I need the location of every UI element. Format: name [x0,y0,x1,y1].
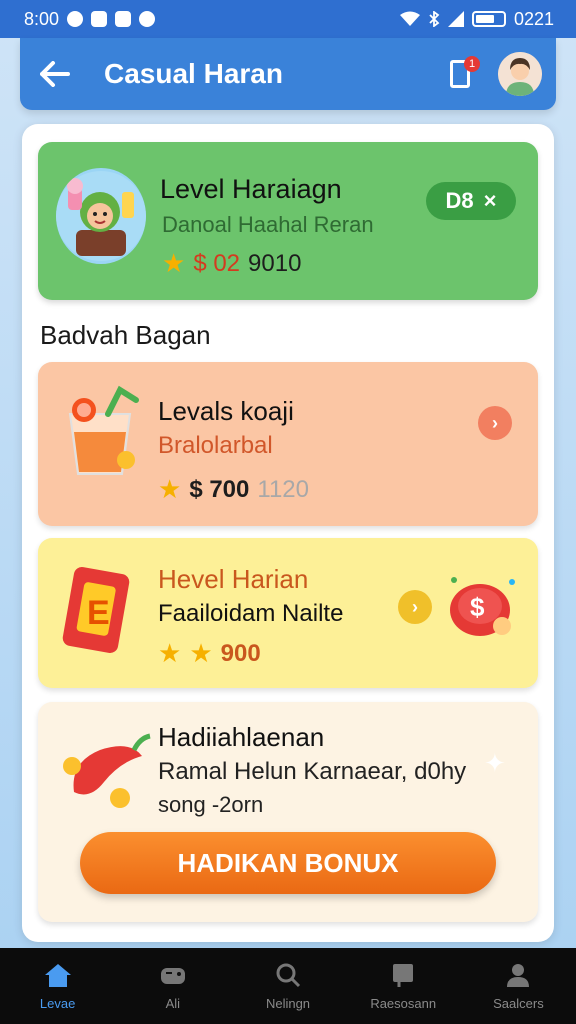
level-title: Level Haraiagn [160,174,342,204]
task-card-3[interactable]: Hadiiahlaenan Ramal Helun Karnaear, d0hy… [38,702,538,922]
level-badge-button[interactable]: D8 × [426,182,516,220]
notification-badge: 1 [464,56,480,72]
image-notification-icon [91,11,108,27]
status-left: 8:00 [24,8,156,30]
task-2-subtitle: Faailoidam Nailte [158,600,344,627]
level-subtitle: Danoal Haahal Reran [162,212,374,237]
claim-bonus-button[interactable]: HADIKAN BONUX [80,832,496,894]
task-1-go-button[interactable]: › [478,406,512,440]
task-1-price: $ 700 [189,475,250,503]
page-title: Casual Haran [104,58,283,89]
nav-item-nelingn[interactable]: Nelingn [230,948,345,1024]
task-1-stats: ★ $ 700 1120 [158,474,309,505]
svg-text:E: E [87,594,110,632]
star-icon: ★ [158,638,182,668]
person-icon [504,962,532,988]
user-avatar-icon [498,52,542,96]
main-card: Level Haraiagn Danoal Haahal Reran ★ $ 0… [22,124,554,942]
level-points: 9010 [248,249,302,277]
ticket-image: E [60,562,156,662]
battery-icon [471,11,506,27]
task-2-stats: ★ ★ 900 [158,638,261,669]
task-2-title: Hevel Harian [158,564,309,594]
star-icon: ★ [189,638,213,668]
nav-item-raesosann[interactable]: Raesosann [346,948,461,1024]
task-2-points: 900 [220,639,261,667]
bluetooth-icon [429,11,440,27]
trash-button[interactable]: 1 [438,52,482,96]
nav-item-ali[interactable]: Ali [115,948,230,1024]
section-title: Badvah Bagan [40,320,211,350]
level-character-image [56,168,146,264]
arrow-left-icon [40,61,70,87]
level-stats: ★ $ 02 9010 [162,248,301,279]
chevron-right-icon: › [492,412,498,433]
nav-label: Raesosann [370,995,437,1011]
task-3-subtitle: Ramal Helun Karnaear, d0hy [158,758,467,785]
chevron-right-icon: › [412,596,418,617]
chat-notification-icon [67,11,84,27]
task-card-1[interactable]: Levals koaji Bralolarbal ★ $ 700 1120 › [38,362,538,526]
sparkle-icon: ✦ [484,748,506,778]
search-icon [274,962,302,988]
status-right-text: 0221 [513,8,554,29]
nav-label: Levae [39,995,76,1011]
task-1-title: Levals koaji [158,396,294,426]
bottom-navigation: Levae Ali Nelingn Raesosann Saalcers [0,948,576,1024]
app-bar: Casual Haran 1 [20,38,556,110]
task-2-go-button[interactable]: › [398,590,432,624]
nav-item-levae[interactable]: Levae [0,948,115,1024]
chili-coin-image [60,722,156,822]
task-3-title: Hadiiahlaenan [158,722,325,752]
nav-label: Ali [165,995,181,1011]
star-icon: ★ [162,248,186,278]
level-badge-label: D8 [445,188,474,213]
task-3-subtitle-2: song -2orn [158,792,264,817]
wifi-icon [399,11,420,26]
task-1-subtitle: Bralolarbal [158,432,273,459]
status-bar: 8:00 0221 [0,0,576,38]
status-time: 8:00 [24,8,60,29]
home-icon [44,962,72,988]
nav-item-saalcers[interactable]: Saalcers [461,948,576,1024]
back-button[interactable] [20,38,90,110]
svg-text:$: $ [470,592,485,622]
nav-label: Saalcers [493,995,544,1011]
gamepad-icon [159,962,187,988]
task-1-extra: 1120 [257,475,309,503]
coin-reward-image: $ [442,566,522,646]
juice-drink-image [60,384,156,484]
star-icon: ★ [158,474,182,504]
status-right: 0221 [399,8,554,30]
level-card[interactable]: Level Haraiagn Danoal Haahal Reran ★ $ 0… [38,142,538,300]
task-card-2[interactable]: E Hevel Harian Faailoidam Nailte ★ ★ 900… [38,538,538,688]
nav-label: Nelingn [265,995,311,1011]
close-icon: × [483,188,497,213]
sync-notification-icon [139,11,156,27]
signal-icon [447,11,464,27]
avatar[interactable] [498,52,542,96]
level-price: $ 02 [193,249,241,277]
n-notification-icon [115,11,132,27]
music-icon [389,962,417,988]
